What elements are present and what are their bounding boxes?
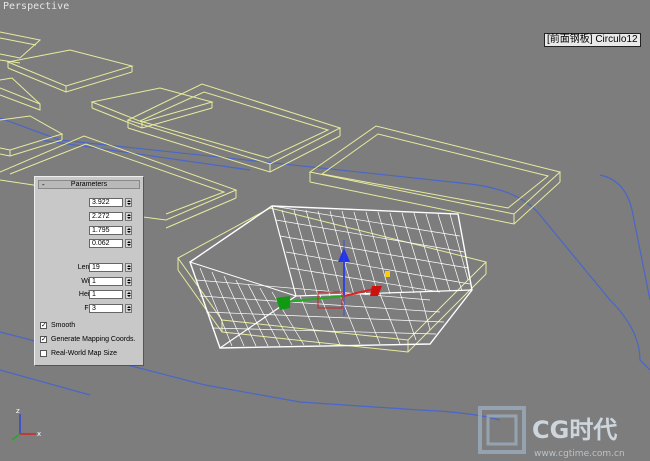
width-spinner[interactable] [125,212,132,221]
watermark-text: CG时代 [532,416,617,444]
length-segs-input[interactable]: 19 [89,263,123,272]
height-segs-input[interactable]: 1 [89,290,123,299]
rollout-title: Parameters [70,181,108,188]
smooth-check-box[interactable]: ✓ [40,322,47,329]
perspective-viewport[interactable]: Perspective [前面钢板] Circulo12 - Parameter… [0,0,650,461]
cgtime-watermark: CG时代 www.cgtime.com.cn [478,406,625,459]
real-world-map-check-box[interactable] [40,350,47,357]
width-segs-row: Width Segs: 1 [35,277,143,287]
real-world-map-checkbox[interactable]: Real-World Map Size [40,349,140,359]
generate-mapping-checkbox[interactable]: ✓ Generate Mapping Coords. [40,335,140,345]
fillet-row: Fillet: 0.062 [35,239,143,249]
white-box-wireframe [189,205,473,349]
parameters-panel: - Parameters Length: 3.922 Width: 2.272 … [34,176,144,366]
height-segs-row: Height Segs: 1 [35,290,143,300]
parameters-rollout-header[interactable]: - Parameters [38,180,140,189]
length-input[interactable]: 3.922 [89,198,123,207]
length-spinner[interactable] [125,198,132,207]
fillet-segs-row: Fillet Segs: 3 [35,304,143,314]
height-spinner[interactable] [125,226,132,235]
generate-mapping-label: Generate Mapping Coords. [51,336,136,343]
svg-text:x: x [37,430,41,438]
height-row: Height: 1.795 [35,226,143,236]
fillet-segs-input[interactable]: 3 [89,304,123,313]
length-segs-row: Length Segs: 19 [35,263,143,273]
width-row: Width: 2.272 [35,212,143,222]
watermark-url: www.cgtime.com.cn [534,449,625,459]
real-world-map-label: Real-World Map Size [51,350,118,357]
length-row: Length: 3.922 [35,198,143,208]
fillet-segs-spinner[interactable] [125,304,132,313]
smooth-label: Smooth [51,322,76,329]
width-segs-spinner[interactable] [125,277,132,286]
axis-tripod-icon: z x [11,407,41,441]
width-input[interactable]: 2.272 [89,212,123,221]
smooth-checkbox[interactable]: ✓ Smooth [40,321,140,331]
height-segs-spinner[interactable] [125,290,132,299]
fillet-spinner[interactable] [125,239,132,248]
generate-mapping-check-box[interactable]: ✓ [40,336,47,343]
length-segs-spinner[interactable] [125,263,132,272]
width-segs-input[interactable]: 1 [89,277,123,286]
viewport-label[interactable]: Perspective [3,1,69,12]
svg-text:z: z [16,407,20,415]
fillet-input[interactable]: 0.062 [89,239,123,248]
object-name-tag: [前面钢板] Circulo12 [544,33,641,47]
height-input[interactable]: 1.795 [89,226,123,235]
